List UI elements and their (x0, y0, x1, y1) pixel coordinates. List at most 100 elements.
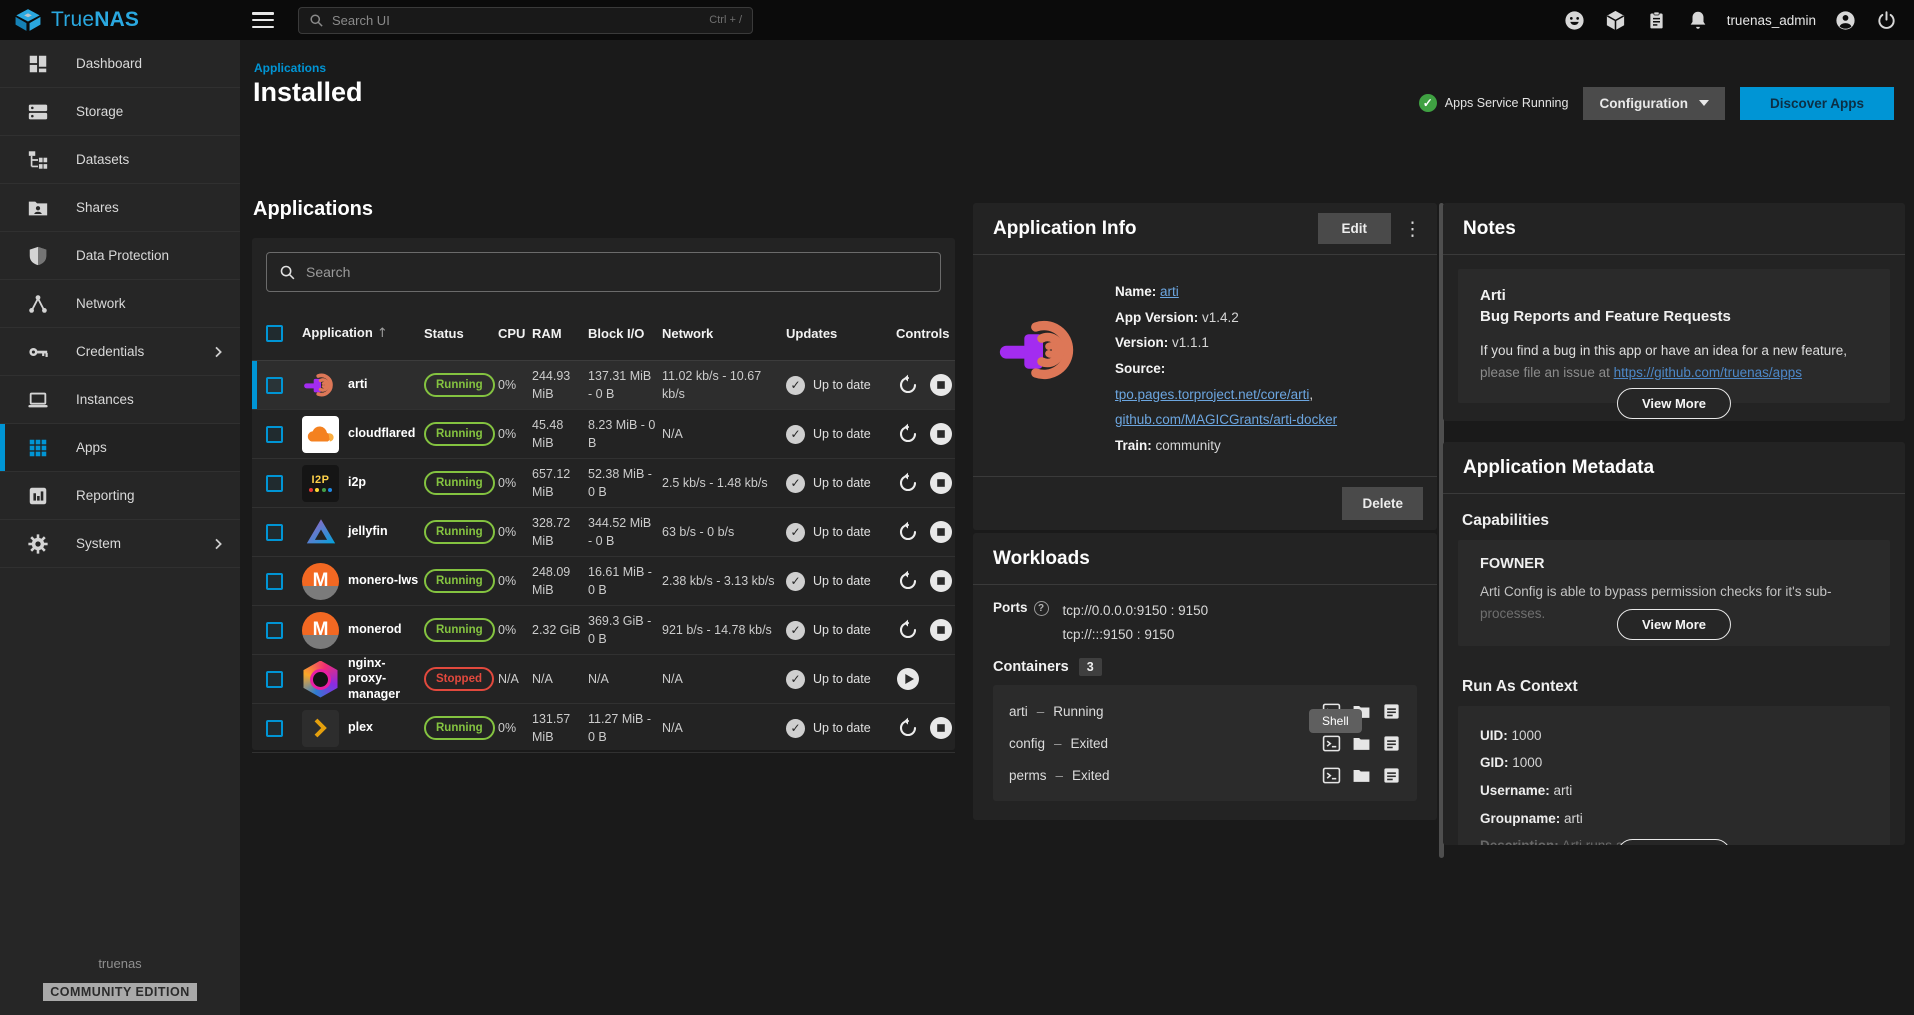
row-checkbox[interactable] (266, 426, 283, 443)
stop-button[interactable] (929, 618, 953, 642)
row-checkbox[interactable] (266, 524, 283, 541)
row-checkbox[interactable] (266, 377, 283, 394)
account-icon[interactable] (1833, 8, 1857, 32)
row-checkbox[interactable] (266, 475, 283, 492)
stop-button[interactable] (929, 520, 953, 544)
applications-card: Application Status CPU RAM Block I/O Net… (252, 238, 955, 750)
table-row[interactable]: nginx-proxy-manager Stopped N/A N/A N/A … (252, 655, 955, 704)
sidebar-item-shares[interactable]: Shares (0, 184, 240, 232)
sidebar-item-dashboard[interactable]: Dashboard (0, 40, 240, 88)
truenas-logo[interactable]: TrueNAS (0, 8, 240, 32)
stop-button[interactable] (929, 422, 953, 446)
truecommand-icon[interactable] (1604, 8, 1628, 32)
row-checkbox[interactable] (266, 622, 283, 639)
applications-section-title: Applications (253, 198, 373, 221)
browse-folder-icon[interactable] (1352, 734, 1371, 753)
restart-button[interactable] (896, 471, 920, 495)
delete-button[interactable]: Delete (1342, 487, 1423, 520)
menu-toggle-icon[interactable] (252, 12, 274, 28)
network-value: 2.38 kb/s - 3.13 kb/s (662, 572, 782, 590)
sidebar-item-apps[interactable]: Apps (0, 424, 240, 472)
groupname-field: Groupname: arti (1480, 805, 1868, 833)
browse-folder-icon[interactable] (1352, 766, 1371, 785)
run-as-context-content: UID: 1000 GID: 1000 Username: arti Group… (1458, 706, 1890, 845)
column-header-status[interactable]: Status (424, 326, 494, 341)
app-name-link[interactable]: arti (1160, 284, 1179, 299)
ports-row: Ports tcp://0.0.0.0:9150 : 9150 tcp://::… (993, 599, 1417, 646)
column-header-ram[interactable]: RAM (532, 326, 584, 341)
notes-view-more-button[interactable]: View More (1617, 388, 1731, 419)
sidebar-item-datasets[interactable]: Datasets (0, 136, 240, 184)
power-icon[interactable] (1874, 8, 1898, 32)
row-checkbox[interactable] (266, 671, 283, 688)
select-all-checkbox[interactable] (266, 325, 283, 342)
ram-value: 2.32 GiB (532, 621, 584, 639)
restart-button[interactable] (896, 373, 920, 397)
stop-button[interactable] (929, 373, 953, 397)
restart-button[interactable] (896, 422, 920, 446)
breadcrumb[interactable]: Applications (254, 61, 326, 75)
source-link-2[interactable]: github.com/MAGICGrants/arti-docker (1115, 412, 1337, 427)
table-search-input[interactable] (306, 264, 928, 280)
view-logs-icon[interactable] (1382, 734, 1401, 753)
run-as-view-more-button[interactable]: View More (1617, 839, 1731, 845)
restart-button[interactable] (896, 618, 920, 642)
application-info-title: Application Info (993, 218, 1137, 240)
column-header-controls: Controls (896, 326, 949, 341)
column-header-block-io[interactable]: Block I/O (588, 326, 658, 341)
table-row[interactable]: I2P i2p Running 0% 657.12 MiB 52.38 MiB … (252, 459, 955, 508)
capabilities-view-more-button[interactable]: View More (1617, 609, 1731, 640)
alerts-bell-icon[interactable] (1686, 8, 1710, 32)
table-row[interactable]: monero-lws Running 0% 248.09 MiB 16.61 M… (252, 557, 955, 606)
table-row[interactable]: arti Running 0% 244.93 MiB 137.31 MiB - … (252, 361, 955, 410)
truenas-logo-icon (14, 8, 42, 32)
row-checkbox[interactable] (266, 573, 283, 590)
kebab-menu-icon[interactable] (1403, 218, 1417, 240)
global-search[interactable]: Ctrl + / (298, 7, 753, 34)
jobs-clipboard-icon[interactable] (1645, 8, 1669, 32)
gear-icon (27, 533, 49, 555)
sidebar-item-storage[interactable]: Storage (0, 88, 240, 136)
start-button[interactable] (896, 667, 920, 691)
source-link-1[interactable]: tpo.pages.torproject.net/core/arti (1115, 387, 1309, 402)
table-header-row: Application Status CPU RAM Block I/O Net… (252, 306, 955, 361)
global-search-input[interactable] (332, 13, 709, 28)
table-row[interactable]: monerod Running 0% 2.32 GiB 369.3 GiB - … (252, 606, 955, 655)
feedback-smiley-icon[interactable] (1563, 8, 1587, 32)
discover-apps-button[interactable]: Discover Apps (1740, 87, 1894, 120)
column-header-application[interactable]: Application (302, 325, 420, 341)
cloudflared-app-icon (302, 416, 339, 453)
sidebar-item-system[interactable]: System (0, 520, 240, 568)
stop-button[interactable] (929, 716, 953, 740)
row-checkbox[interactable] (266, 720, 283, 737)
stop-button[interactable] (929, 471, 953, 495)
edit-button[interactable]: Edit (1318, 213, 1392, 244)
view-logs-icon[interactable] (1382, 702, 1401, 721)
column-header-network[interactable]: Network (662, 326, 782, 341)
stop-button[interactable] (929, 569, 953, 593)
view-logs-icon[interactable] (1382, 766, 1401, 785)
issues-link[interactable]: https://github.com/truenas/apps (1614, 365, 1802, 380)
configuration-button[interactable]: Configuration (1583, 87, 1724, 120)
application-metadata-card: Application Metadata Capabilities FOWNER… (1443, 442, 1905, 845)
sidebar-item-data-protection[interactable]: Data Protection (0, 232, 240, 280)
restart-button[interactable] (896, 716, 920, 740)
updates-label: Up to date (813, 721, 871, 735)
restart-button[interactable] (896, 569, 920, 593)
table-search[interactable] (266, 252, 941, 292)
sidebar-item-reporting[interactable]: Reporting (0, 472, 240, 520)
shell-icon[interactable] (1322, 766, 1341, 785)
column-header-updates[interactable]: Updates (786, 326, 892, 341)
sidebar-item-network[interactable]: Network (0, 280, 240, 328)
sidebar-item-credentials[interactable]: Credentials (0, 328, 240, 376)
table-row[interactable]: cloudflared Running 0% 45.48 MiB 8.23 Mi… (252, 410, 955, 459)
help-icon[interactable] (1034, 601, 1049, 616)
table-row[interactable]: jellyfin Running 0% 328.72 MiB 344.52 Mi… (252, 508, 955, 557)
column-header-cpu[interactable]: CPU (498, 326, 528, 341)
search-shortcut: Ctrl + / (709, 14, 742, 26)
app-version-field: App Version: v1.4.2 (1115, 305, 1413, 331)
restart-button[interactable] (896, 520, 920, 544)
table-row[interactable]: plex Running 0% 131.57 MiB 11.27 MiB - 0… (252, 704, 955, 753)
shell-icon[interactable] (1322, 734, 1341, 753)
sidebar-item-instances[interactable]: Instances (0, 376, 240, 424)
